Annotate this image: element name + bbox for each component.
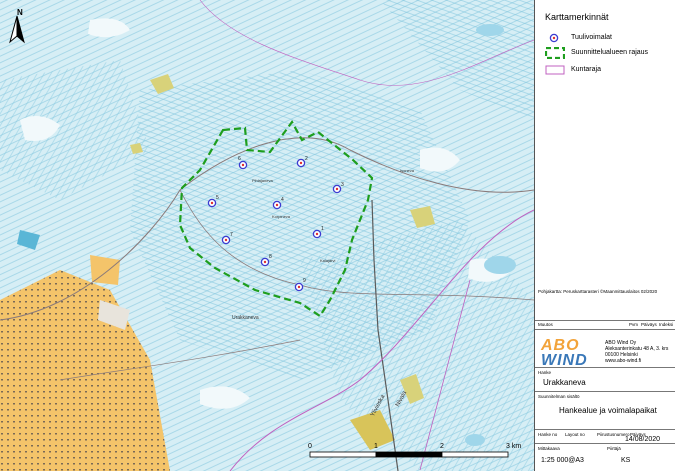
ids-row: Hanke no Layout no Piirustusnumero Päivä…: [535, 429, 675, 443]
turbine-marker[interactable]: [294, 282, 304, 292]
legend-label: Tuulivoimalat: [571, 34, 612, 41]
revision-row: Muutos Pvm Päiväys Indeksi: [535, 320, 675, 329]
paivays-value: 14/08/2020: [625, 436, 661, 443]
hanke-no-label: Hanke no: [538, 432, 558, 437]
legend-label: Kuntaraja: [571, 66, 601, 73]
turbine-number: 8: [269, 254, 272, 260]
turbine-number: 7: [230, 232, 233, 238]
scale-tick-label: 2: [440, 443, 444, 450]
turbine-marker[interactable]: [296, 158, 306, 168]
turbine-number: 9: [303, 278, 306, 284]
turbine-number: 3: [341, 182, 344, 188]
muutos-label: Muutos: [538, 322, 553, 327]
legend-label: Suunnittelualueen rajaus: [571, 49, 649, 56]
turbine-marker[interactable]: [238, 160, 248, 170]
layout-label: Layout no: [565, 432, 585, 437]
logo-abo: ABO: [541, 337, 580, 354]
scale-tick-label: 1: [374, 443, 378, 450]
piirtaja-value: KS: [621, 457, 631, 464]
turbine-layer: [207, 158, 342, 292]
mittakaava-value: 1:25 000@A3: [541, 457, 584, 464]
turbine-marker[interactable]: [221, 235, 231, 245]
place-label: Pihlajaneva: [252, 178, 273, 183]
turbine-marker[interactable]: [332, 184, 342, 194]
company-address: ABO Wind Oy Aleksanterinkatu 48 A, 3. kr…: [605, 340, 668, 364]
turbine-marker[interactable]: [312, 229, 322, 239]
turbine-number: 1: [321, 226, 324, 232]
scale-row: Mittakaava 1:25 000@A3 Piirtäjä KS: [535, 443, 675, 471]
company-logo: ABO WIND: [541, 337, 603, 369]
mittakaava-label: Mittakaava: [538, 446, 560, 451]
company-block: ABO WIND ABO Wind Oy Aleksanterinkatu 48…: [535, 329, 675, 369]
legend-panel: Karttamerkinnät Tuulivoimalat Suunnittel…: [534, 0, 675, 471]
pvm-label: Pvm: [629, 322, 638, 327]
piirtaja-label: Piirtäjä: [607, 446, 621, 451]
content-value: Hankealue ja voimalapaikat: [559, 406, 657, 415]
turbine-number: 4: [281, 197, 284, 203]
basemap-credit: Pohjakartta: Peruskarttarasteri ©Maanmit…: [538, 289, 658, 294]
paivays-col-label: Päiväys: [641, 322, 657, 327]
turbine-marker-icon: [549, 33, 559, 43]
scale-tick-label: 0: [308, 443, 312, 450]
hanke-value: Urakkaneva: [543, 378, 586, 387]
place-label: Isoneva: [400, 168, 415, 173]
place-label: Kalajärvi: [320, 258, 336, 263]
legend-title: Karttamerkinnät: [545, 12, 609, 22]
content-block: Suunnitelman sisältö Hankealue ja voimal…: [535, 391, 675, 429]
turbine-marker[interactable]: [272, 200, 282, 210]
map-canvas[interactable]: N 6 2 3 4 5 1 7 8 9 Urakkaneva Ylivieska…: [0, 0, 534, 471]
dashed-boundary-icon: [545, 47, 565, 59]
turbine-number: 2: [305, 156, 308, 162]
company-web: www.abo-wind.fi: [605, 358, 642, 364]
hanke-label: Hanke: [538, 370, 552, 375]
logo-wind: WIND: [541, 352, 588, 369]
turbine-marker[interactable]: [260, 257, 270, 267]
turbine-number: 6: [238, 156, 241, 162]
turbine-number: 5: [216, 195, 219, 201]
index-label: Indeksi: [659, 322, 674, 327]
turbine-marker[interactable]: [207, 198, 217, 208]
place-label: Urakkaneva: [232, 315, 259, 321]
municipal-border-icon: [545, 65, 565, 75]
project-block: Hanke Urakkaneva: [535, 367, 675, 391]
content-label: Suunnitelman sisältö: [538, 394, 580, 399]
scale-tick-label: 3 km: [506, 443, 522, 450]
place-label: Korpineva: [272, 214, 291, 219]
